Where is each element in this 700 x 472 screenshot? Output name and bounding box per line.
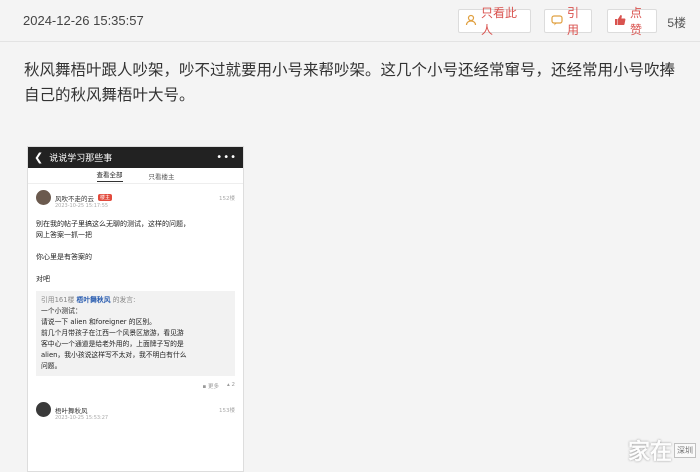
reply-spacer [36, 263, 235, 274]
quote-author: 梧叶舞秋风 [76, 296, 111, 304]
post-timestamp: 2024-12-26 15:35:57 [23, 13, 144, 28]
more-dots-icon: ••• [216, 152, 237, 163]
quote-prefix: 引用161楼 [41, 296, 75, 304]
user-icon [465, 14, 477, 29]
quote-line: 前几个月带孩子在江西一个风景区旅游，看见游 [41, 329, 184, 337]
screenshot-user-row-2: 梧叶舞秋风 153楼 [28, 390, 243, 417]
post-header: 2024-12-26 15:35:57 只看此人 引用 点赞 5楼 [0, 0, 700, 42]
post-body-text: 秋风舞梧叶跟人吵架，吵不过就要用小号来帮吵架。这几个小号还经常窜号，还经常用小号… [24, 61, 676, 104]
op-badge: 楼主 [98, 194, 113, 201]
reply-line: 你心里是有答案的 [36, 253, 92, 261]
thumbs-up-icon [614, 14, 626, 29]
screenshot-nav-bar: ❮ 说说学习那些事 ••• [28, 147, 243, 168]
site-watermark: 家在 深圳 [628, 434, 696, 466]
only-author-label: 只看此人 [481, 6, 518, 37]
avatar [36, 402, 51, 417]
reply-line: 别在我的帖子里搞这么无聊的测试，这样的问题， [36, 220, 190, 228]
embedded-screenshot: ❮ 说说学习那些事 ••• 查看全部 只看楼主 风吹不走的云 楼主 152楼 2… [27, 146, 244, 472]
like-button[interactable]: 点赞 [607, 6, 657, 37]
more-action: ▪ 更多 [202, 384, 219, 390]
screenshot-reply-body: 别在我的帖子里搞这么无聊的测试，这样的问题， 网上答案一抓一把 你心里是有答案的… [28, 209, 243, 285]
quote-line: 一个小测试： [41, 307, 82, 315]
like-label: 点赞 [630, 6, 643, 37]
screenshot-tab-all: 查看全部 [96, 169, 123, 182]
only-author-button[interactable]: 只看此人 [458, 6, 531, 37]
reply-spacer [36, 241, 235, 252]
screenshot-user-row: 风吹不走的云 楼主 152楼 [28, 184, 243, 205]
screenshot-floor: 152楼 [219, 195, 235, 202]
watermark-text: 家在 [627, 440, 672, 465]
quote-icon [551, 14, 563, 29]
quote-label: 引用 [567, 6, 580, 37]
screenshot-date-2: 2023-10-25 15:53:27 [55, 415, 109, 421]
watermark-sub: 深圳 [674, 442, 696, 458]
screenshot-actions: ▪ 更多 ▴ 2 [28, 376, 243, 390]
screenshot-nav-title: 说说学习那些事 [49, 154, 113, 164]
quoted-post: 引用161楼 梧叶舞秋风 的发言: 一个小测试： 请说一下 alien 和for… [36, 291, 235, 376]
reply-line: 网上答案一抓一把 [36, 231, 92, 239]
quote-suffix: 的发言: [112, 296, 136, 304]
quote-line: 请说一下 alien 和foreigner 的区别。 [41, 318, 156, 326]
screenshot-floor-2: 153楼 [219, 407, 235, 414]
quote-header: 引用161楼 梧叶舞秋风 的发言: [41, 295, 230, 306]
screenshot-tabs: 查看全部 只看楼主 [28, 168, 243, 184]
quote-line: 问题。 [41, 362, 62, 370]
floor-number: 5楼 [667, 16, 686, 30]
quote-line: alien，我小孩说这样写不太对，我不明白有什么 [41, 351, 187, 359]
screenshot-tab-op-only: 只看楼主 [148, 172, 175, 181]
screenshot-username: 风吹不走的云 [55, 194, 94, 203]
reply-line: 对吧 [36, 275, 50, 283]
back-arrow-icon: ❮ [34, 151, 44, 164]
quote-line: 客中心一个通道是给老外用的，上面牌子写的是 [41, 340, 184, 348]
screenshot-username-2: 梧叶舞秋风 [55, 406, 88, 415]
avatar [36, 190, 51, 205]
quote-button[interactable]: 引用 [544, 6, 592, 37]
like-count: ▴ 2 [226, 382, 235, 388]
